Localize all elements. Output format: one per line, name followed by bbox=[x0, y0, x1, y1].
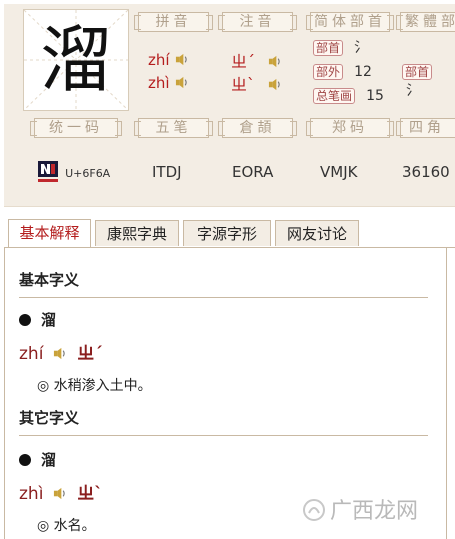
pinyin-row-1: zhí bbox=[148, 50, 188, 69]
entry-definition: ◎ 水名。 bbox=[37, 518, 96, 534]
pinyin-value: zhí bbox=[148, 51, 170, 69]
entry-pinyin: zhí bbox=[19, 344, 44, 364]
radical-row: 部首 氵 bbox=[313, 37, 368, 57]
entry-character: 溜 bbox=[41, 451, 57, 469]
explanation-panel: 基本字义 溜 zhí ㄓˊ ◎ 水稍渗入土中。 其它字义 溜 zhì ㄓˋ ◎ … bbox=[4, 247, 447, 539]
entry-pronunciation: zhí ㄓˊ bbox=[19, 339, 103, 364]
entry-pronunciation: zhì ㄓˋ bbox=[19, 479, 103, 504]
outside-strokes-row: 部外 12 bbox=[313, 61, 372, 80]
entry-pinyin: zhì bbox=[19, 484, 44, 504]
entry-definition: ◎ 水稍渗入土中。 bbox=[37, 378, 152, 394]
entry-zhuyin: ㄓˊ bbox=[77, 344, 103, 364]
tab-basic-explanation[interactable]: 基本解释 bbox=[8, 219, 91, 247]
sijiao-value: 36160 bbox=[402, 163, 450, 181]
watermark: 广西龙网 bbox=[302, 493, 418, 525]
fanti-radical-value: 氵 bbox=[406, 83, 420, 99]
bullet-icon bbox=[19, 454, 31, 466]
tab-character-origin[interactable]: 字源字形 bbox=[183, 220, 271, 246]
fanti-radical-row: 部首 氵 bbox=[402, 61, 455, 100]
character-display: 溜 bbox=[23, 9, 129, 111]
radical-value: 氵 bbox=[354, 40, 369, 56]
divider bbox=[19, 297, 428, 298]
speaker-icon[interactable] bbox=[53, 487, 66, 500]
zhengma-value: VMJK bbox=[320, 163, 358, 181]
character-info-panel: 溜 拼音 注音 简体部首 繁體部 zhí zhì ㄓˊ ㄓˋ 部首 氵 部外 1… bbox=[4, 4, 455, 207]
fanti-radical-tag[interactable]: 部首 bbox=[402, 64, 433, 80]
header-tongyima: 统一码 bbox=[30, 118, 122, 138]
header-pinyin: 拼音 bbox=[134, 12, 213, 32]
big-character: 溜 bbox=[39, 18, 112, 102]
outside-strokes-value: 12 bbox=[354, 64, 372, 80]
watermark-logo-icon bbox=[302, 499, 325, 521]
total-strokes-value: 15 bbox=[366, 88, 384, 104]
cangjie-value: EORA bbox=[232, 163, 274, 181]
speaker-icon[interactable] bbox=[175, 76, 188, 89]
entry-character: 溜 bbox=[41, 311, 57, 329]
unicode-cell: U+6F6A bbox=[38, 161, 110, 183]
header-zhengma: 郑码 bbox=[306, 118, 394, 138]
bullet-icon bbox=[19, 314, 31, 326]
pinyin-row-2: zhì bbox=[148, 73, 188, 92]
entry-zhuyin: ㄓˋ bbox=[77, 484, 103, 504]
header-jianti-bushou: 简体部首 bbox=[306, 12, 394, 32]
unicode-logo-icon bbox=[38, 161, 58, 182]
radical-tag[interactable]: 部首 bbox=[313, 40, 344, 56]
total-strokes-row: 总笔画 15 bbox=[313, 85, 384, 104]
speaker-icon[interactable] bbox=[175, 53, 188, 66]
divider bbox=[19, 435, 428, 436]
zhuyin-row-1: ㄓˊ bbox=[231, 48, 281, 72]
tab-bar: 基本解释 康熙字典 字源字形 网友讨论 bbox=[4, 216, 455, 248]
other-meaning-title: 其它字义 bbox=[19, 409, 80, 427]
speaker-icon[interactable] bbox=[268, 78, 281, 91]
zhuyin-value: ㄓˋ bbox=[231, 75, 256, 94]
zhuyin-value: ㄓˊ bbox=[231, 52, 256, 71]
tab-user-discussion[interactable]: 网友讨论 bbox=[275, 220, 359, 246]
header-zhuyin: 注音 bbox=[218, 12, 297, 32]
basic-meaning-title: 基本字义 bbox=[19, 271, 80, 289]
watermark-text: 广西龙网 bbox=[329, 499, 418, 524]
wubi-value: ITDJ bbox=[152, 163, 182, 181]
unicode-value: U+6F6A bbox=[65, 167, 111, 180]
tab-kangxi-dictionary[interactable]: 康熙字典 bbox=[95, 220, 179, 246]
zhuyin-row-2: ㄓˋ bbox=[231, 71, 281, 95]
entry-heading: 溜 bbox=[19, 309, 56, 330]
pinyin-value: zhì bbox=[148, 74, 170, 92]
header-fanti-bushou: 繁體部 bbox=[396, 12, 455, 32]
total-strokes-tag[interactable]: 总笔画 bbox=[313, 88, 356, 104]
entry-heading: 溜 bbox=[19, 449, 56, 470]
header-cangjie: 倉頡 bbox=[218, 118, 297, 138]
speaker-icon[interactable] bbox=[268, 55, 281, 68]
speaker-icon[interactable] bbox=[53, 347, 66, 360]
outside-strokes-tag[interactable]: 部外 bbox=[313, 64, 344, 80]
header-wubi: 五笔 bbox=[134, 118, 213, 138]
header-sijiao: 四角 bbox=[396, 118, 455, 138]
